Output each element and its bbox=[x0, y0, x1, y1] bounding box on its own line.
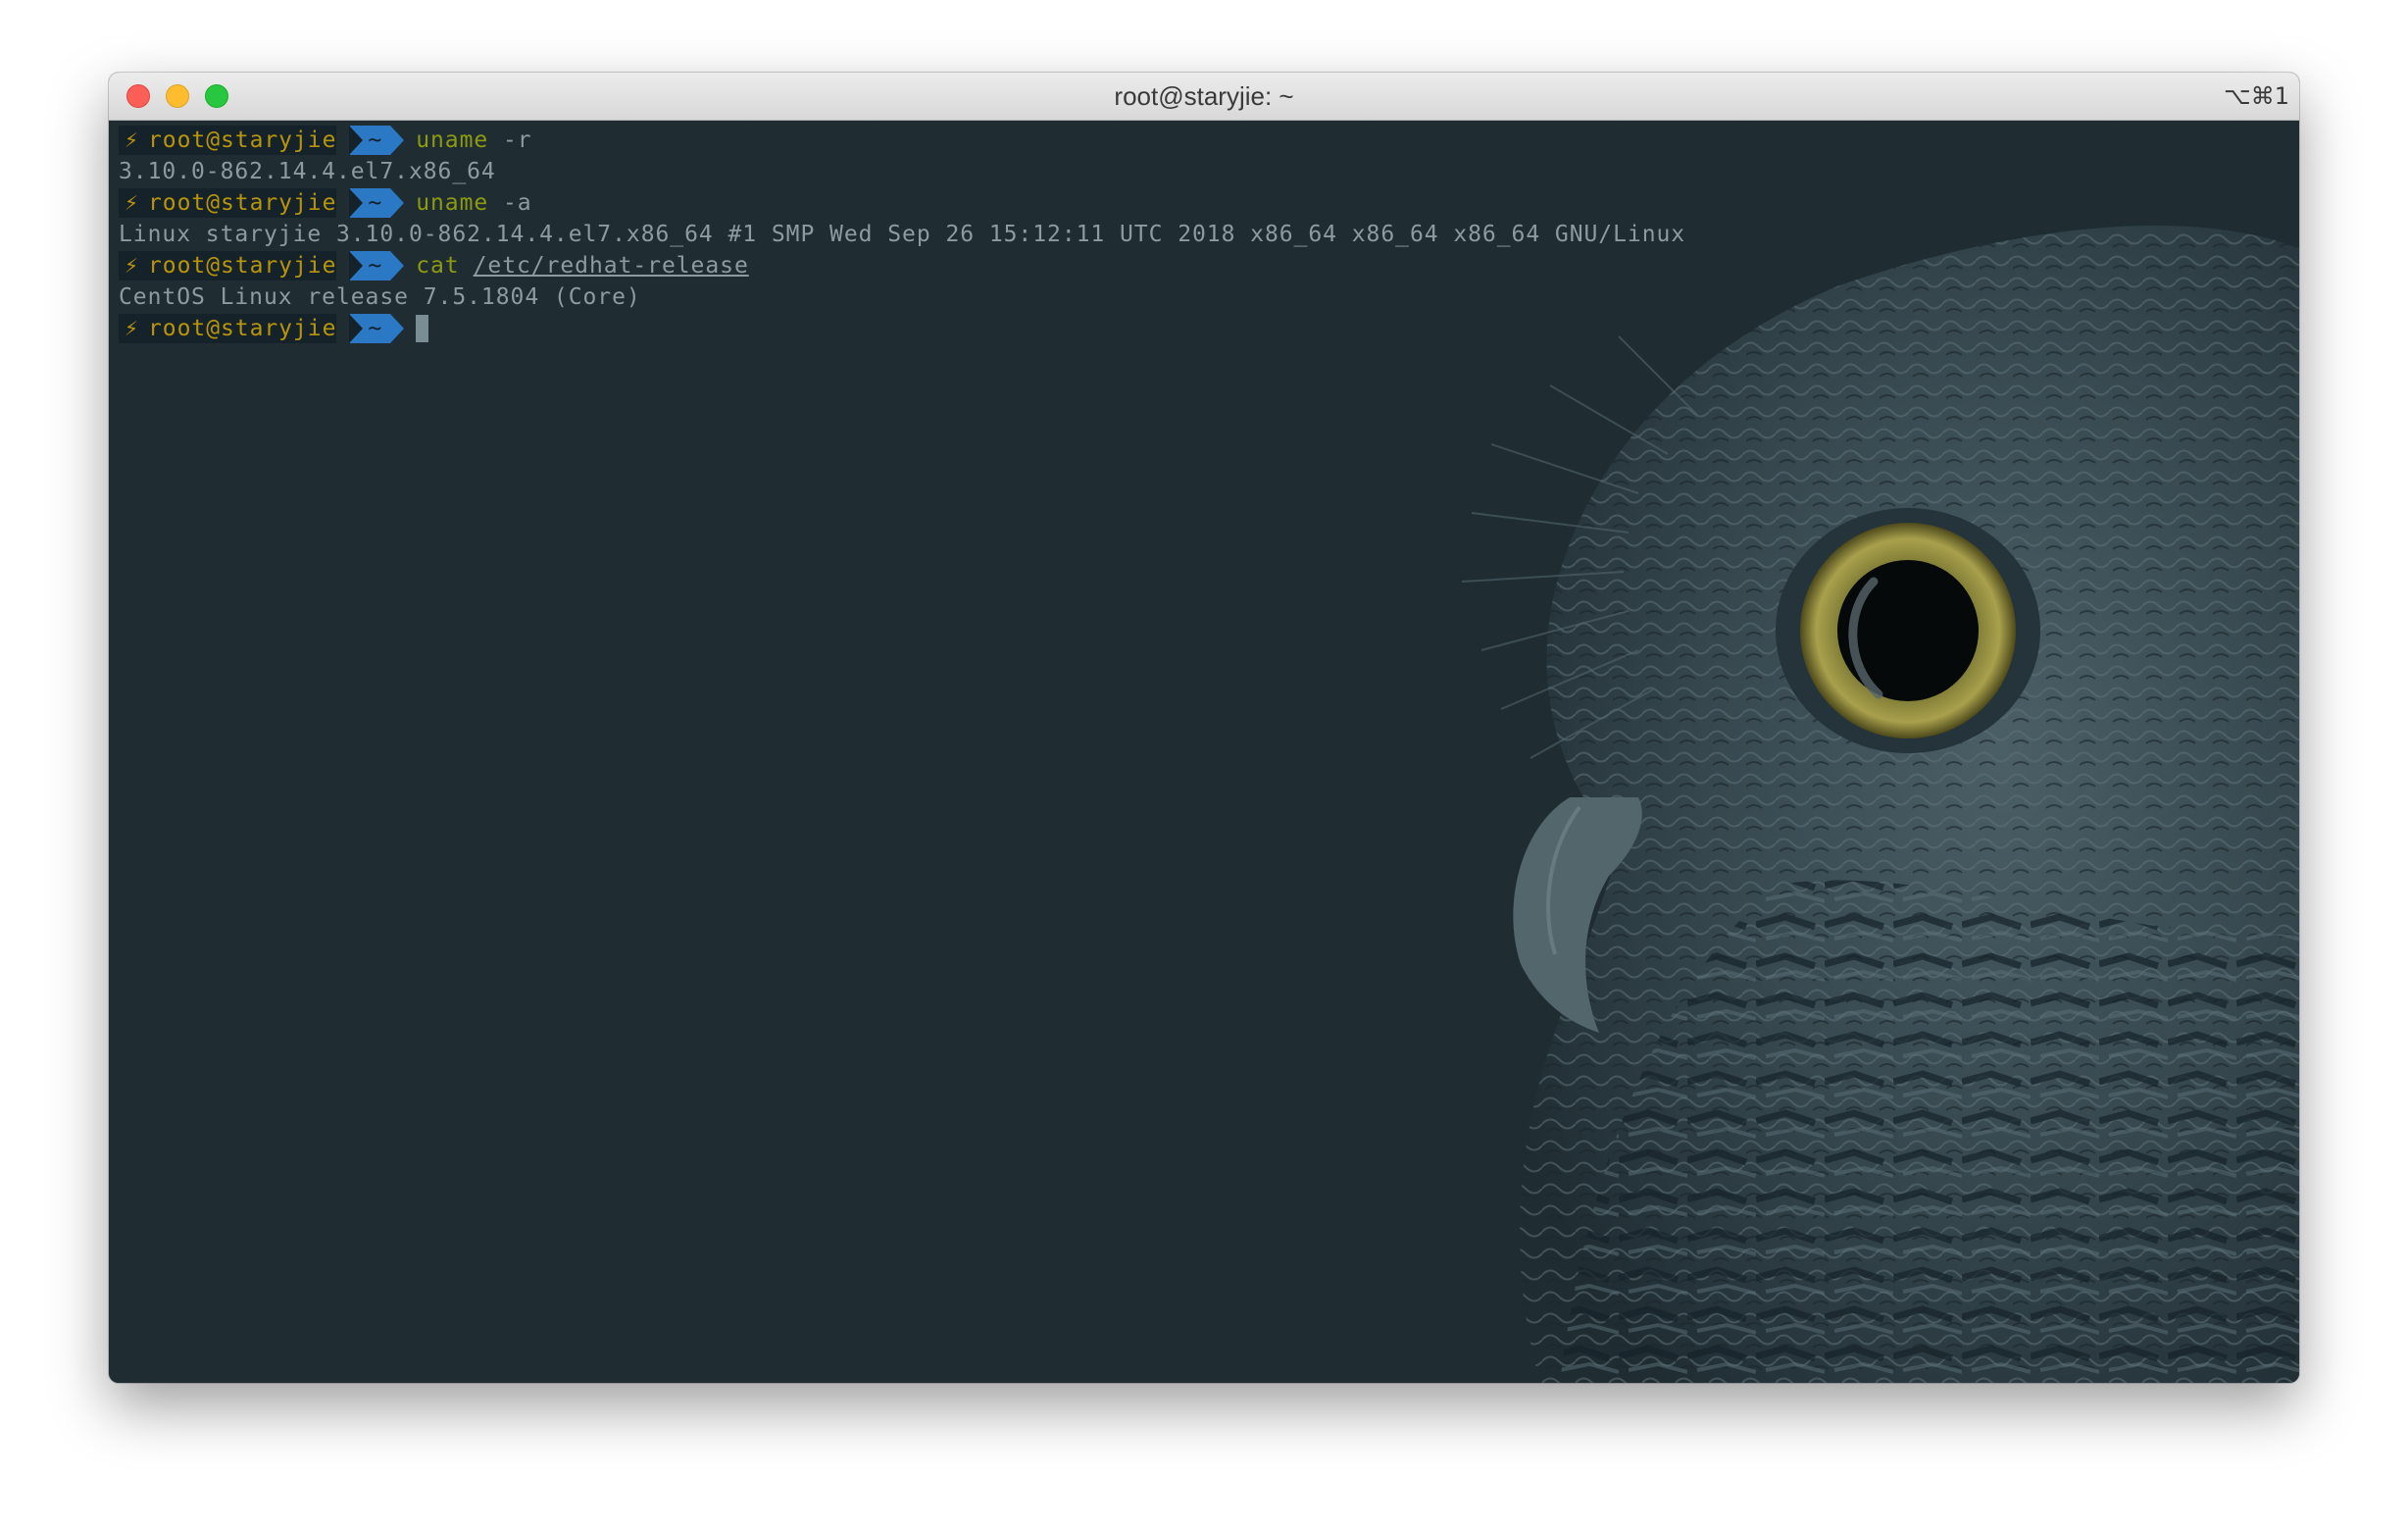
prompt-dir: ~ bbox=[368, 316, 383, 341]
output-line: Linux staryjie 3.10.0-862.14.4.el7.x86_6… bbox=[119, 222, 1686, 247]
prompt-dir-segment: ~ bbox=[349, 188, 404, 218]
title-bar[interactable]: root@staryjie: ~ ⌥⌘1 bbox=[109, 73, 2299, 121]
output-line: CentOS Linux release 7.5.1804 (Core) bbox=[119, 284, 641, 310]
prompt-dir-segment: ~ bbox=[349, 126, 404, 155]
text-cursor[interactable] bbox=[416, 315, 429, 342]
prompt-host-segment: ⚡ root@staryjie bbox=[119, 126, 337, 155]
terminal-area[interactable]: ⚡ root@staryjie ~ uname -r 3.10.0-862.14.4.… bbox=[109, 121, 2299, 1383]
prompt-line: ⚡ root@staryjie ~ uname -r bbox=[119, 125, 1685, 156]
prompt-dir-segment: ~ bbox=[349, 314, 404, 343]
prompt-host: root@staryjie bbox=[148, 253, 337, 279]
prompt-dir-segment: ~ bbox=[349, 251, 404, 280]
terminal-output: ⚡ root@staryjie ~ uname -r 3.10.0-862.14.4.… bbox=[119, 125, 1685, 344]
command-name: cat bbox=[416, 253, 460, 279]
prompt-dir: ~ bbox=[368, 190, 383, 216]
prompt-line-active[interactable]: ⚡ root@staryjie ~ bbox=[119, 313, 1685, 344]
window-title: root@staryjie: ~ bbox=[1114, 81, 1294, 111]
lightning-icon: ⚡ bbox=[125, 127, 139, 153]
prompt-host: root@staryjie bbox=[148, 190, 337, 216]
prompt-dir: ~ bbox=[368, 253, 383, 279]
prompt-line: ⚡ root@staryjie ~ uname -a bbox=[119, 187, 1685, 219]
lightning-icon: ⚡ bbox=[125, 316, 139, 341]
command-name: uname bbox=[416, 127, 489, 153]
prompt-host-segment: ⚡ root@staryjie bbox=[119, 251, 337, 280]
terminal-window: root@staryjie: ~ ⌥⌘1 ⚡ root@staryjie ~ u… bbox=[109, 73, 2299, 1383]
prompt-dir: ~ bbox=[368, 127, 383, 153]
prompt-host: root@staryjie bbox=[148, 316, 337, 341]
tab-shortcut: ⌥⌘1 bbox=[2224, 82, 2289, 110]
command-args: -a bbox=[488, 190, 532, 216]
prompt-line: ⚡ root@staryjie ~ cat/etc/redhat-release bbox=[119, 250, 1685, 281]
prompt-host-segment: ⚡ root@staryjie bbox=[119, 188, 337, 218]
command-args-wrap: /etc/redhat-release bbox=[474, 250, 749, 281]
prompt-host-segment: ⚡ root@staryjie bbox=[119, 314, 337, 343]
prompt-host: root@staryjie bbox=[148, 127, 337, 153]
output-line: 3.10.0-862.14.4.el7.x86_64 bbox=[119, 159, 496, 184]
lightning-icon: ⚡ bbox=[125, 253, 139, 279]
command-args: -r bbox=[488, 127, 532, 153]
lightning-icon: ⚡ bbox=[125, 190, 139, 216]
command-name: uname bbox=[416, 190, 489, 216]
command-path-arg[interactable]: /etc/redhat-release bbox=[474, 253, 749, 279]
